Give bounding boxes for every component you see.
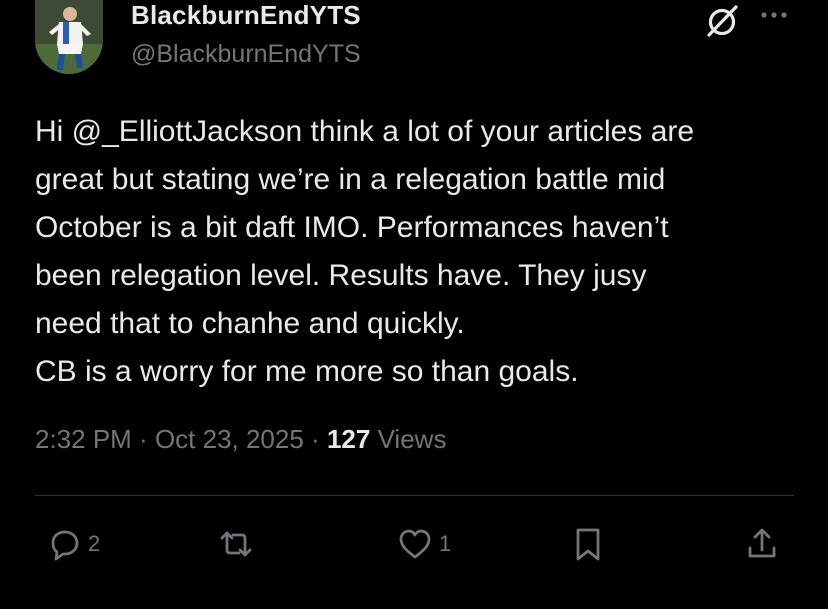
- heart-icon: [399, 529, 431, 559]
- reply-count: 2: [88, 531, 101, 556]
- tweet-text: Hi @_ElliottJackson think a lot of your …: [35, 108, 805, 396]
- meta-separator: ·: [303, 424, 327, 454]
- tweet-line: Hi @_ElliottJackson think a lot of your …: [35, 115, 695, 148]
- reply-icon: [51, 530, 79, 561]
- tweet-line: need that to chanhe and quickly.: [35, 307, 465, 340]
- avatar-photo: [35, 0, 103, 74]
- tweet-line: CB is a worry for me more so than goals.: [35, 355, 579, 388]
- avatar[interactable]: [35, 0, 103, 74]
- tweet-meta: 2:32 PM · Oct 23, 2025 · 127 Views: [35, 424, 446, 455]
- like-button[interactable]: 1: [395, 524, 451, 564]
- divider: [35, 495, 794, 496]
- tweet-date[interactable]: Oct 23, 2025: [155, 424, 304, 454]
- retweet-icon: [220, 531, 252, 557]
- meta-separator: ·: [131, 424, 155, 454]
- author-display-name[interactable]: BlackburnEndYTS: [131, 0, 361, 31]
- author-handle[interactable]: @BlackburnEndYTS: [131, 40, 361, 69]
- like-count: 1: [439, 531, 452, 556]
- more-icon[interactable]: [758, 5, 792, 25]
- reply-button[interactable]: 2: [44, 524, 100, 564]
- tweet-line: great but stating we’re in a relegation …: [35, 163, 666, 196]
- share-button[interactable]: [742, 524, 782, 564]
- grok-icon[interactable]: [703, 2, 741, 40]
- views-label[interactable]: Views: [378, 424, 447, 454]
- bookmark-icon: [576, 528, 600, 561]
- tweet-line: been relegation level. Results have. The…: [35, 259, 647, 292]
- tweet-line: October is a bit daft IMO. Performances …: [35, 211, 669, 244]
- retweet-button[interactable]: [216, 524, 260, 564]
- bookmark-button[interactable]: [568, 524, 608, 564]
- share-icon: [748, 528, 776, 558]
- tweet-time[interactable]: 2:32 PM: [35, 424, 132, 454]
- views-count[interactable]: 127: [327, 424, 370, 454]
